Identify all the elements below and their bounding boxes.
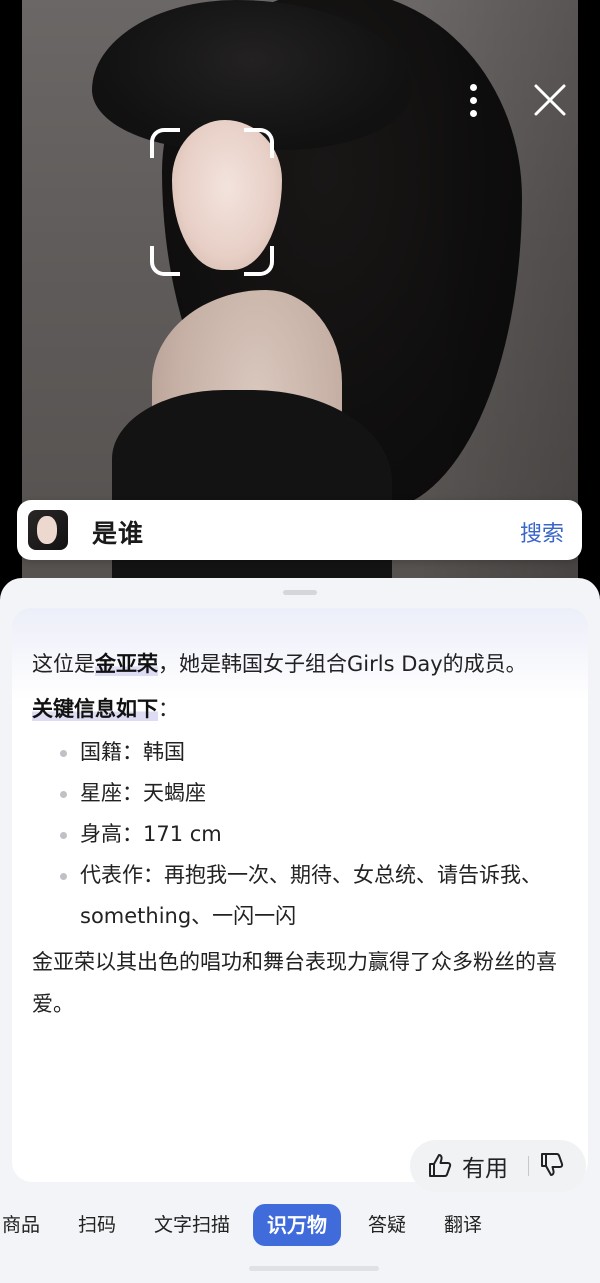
tab-scan-code[interactable]: 扫码 bbox=[78, 1210, 116, 1237]
thumbs-down-icon bbox=[541, 1153, 564, 1176]
feedback-divider bbox=[528, 1156, 529, 1176]
useful-label: 有用 bbox=[462, 1156, 508, 1182]
close-icon bbox=[534, 84, 566, 116]
feedback-pill: 有用 bbox=[410, 1140, 586, 1192]
scan-corner-top-right bbox=[244, 128, 274, 158]
more-vertical-icon-dot bbox=[470, 110, 477, 117]
mode-tabs: 商品 扫码 文字扫描 识万物 答疑 翻译 bbox=[0, 1204, 600, 1248]
answer-card: 这位是金亚荣，她是韩国女子组合Girls Day的成员。 关键信息如下： 国籍：… bbox=[12, 608, 588, 1192]
key-info-colon: ： bbox=[158, 697, 179, 721]
home-indicator[interactable] bbox=[249, 1266, 379, 1271]
tab-identify-all[interactable]: 识万物 bbox=[253, 1204, 341, 1246]
sheet-drag-handle[interactable] bbox=[283, 590, 317, 595]
who-query-card[interactable]: 是谁 搜索 bbox=[17, 500, 582, 560]
intro-suffix: ，她是韩国女子组合Girls Day的成员。 bbox=[158, 652, 527, 676]
key-info-heading-text: 关键信息如下 bbox=[32, 697, 158, 721]
useful-button[interactable]: 有用 bbox=[426, 1150, 508, 1182]
scan-corner-bottom-right bbox=[244, 246, 274, 276]
tab-translate[interactable]: 翻译 bbox=[444, 1210, 482, 1237]
fact-works: 代表作：再抱我一次、期待、女总统、请告诉我、something、一闪一闪 bbox=[32, 855, 572, 937]
key-facts-list: 国籍：韩国 星座：天蝎座 身高：171 cm 代表作：再抱我一次、期待、女总统、… bbox=[32, 732, 572, 937]
key-info-heading: 关键信息如下： bbox=[32, 689, 572, 729]
not-useful-button[interactable] bbox=[538, 1150, 570, 1182]
search-link[interactable]: 搜索 bbox=[520, 516, 564, 548]
scan-corner-top-left bbox=[150, 128, 180, 158]
answer-body: 这位是金亚荣，她是韩国女子组合Girls Day的成员。 关键信息如下： 国籍：… bbox=[32, 644, 572, 1025]
fact-height: 身高：171 cm bbox=[32, 814, 572, 855]
fact-nationality: 国籍：韩国 bbox=[32, 732, 572, 773]
person-name: 金亚荣 bbox=[95, 652, 158, 676]
intro-prefix: 这位是 bbox=[32, 652, 95, 676]
tab-text-scan[interactable]: 文字扫描 bbox=[154, 1210, 230, 1237]
photo-clothing bbox=[112, 390, 392, 600]
more-button[interactable] bbox=[458, 78, 490, 122]
more-vertical-icon-dot bbox=[470, 97, 477, 104]
face-thumbnail bbox=[28, 510, 68, 550]
more-vertical-icon bbox=[470, 84, 477, 91]
result-sheet: 这位是金亚荣，她是韩国女子组合Girls Day的成员。 关键信息如下： 国籍：… bbox=[0, 578, 600, 1283]
fact-zodiac: 星座：天蝎座 bbox=[32, 773, 572, 814]
who-query-label: 是谁 bbox=[92, 519, 145, 548]
tab-goods[interactable]: 商品 bbox=[2, 1210, 40, 1237]
scan-corner-bottom-left bbox=[150, 246, 180, 276]
answer-intro: 这位是金亚荣，她是韩国女子组合Girls Day的成员。 bbox=[32, 644, 572, 685]
face-scan-frame[interactable] bbox=[150, 128, 274, 276]
thumbnail-face bbox=[37, 516, 57, 544]
answer-closing: 金亚荣以其出色的唱功和舞台表现力赢得了众多粉丝的喜爱。 bbox=[32, 950, 557, 1016]
tab-answer[interactable]: 答疑 bbox=[368, 1210, 406, 1237]
thumbs-up-icon bbox=[429, 1154, 452, 1177]
close-button[interactable] bbox=[530, 80, 570, 120]
